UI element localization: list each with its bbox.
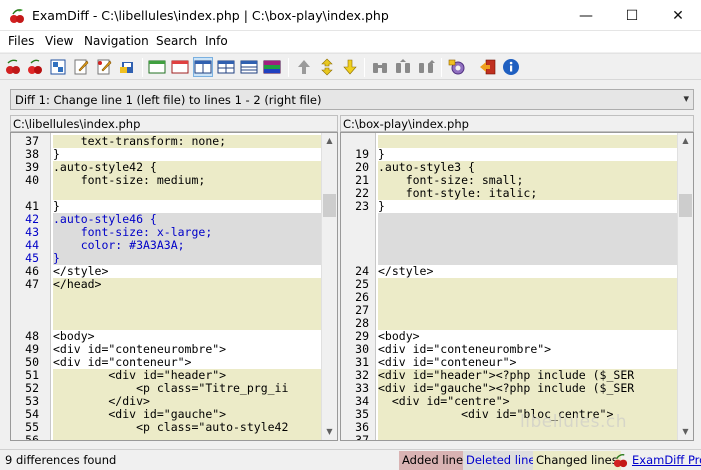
show-diff-lines-icon[interactable] — [171, 58, 189, 76]
code-line — [378, 239, 677, 252]
line-number: 47 — [25, 277, 39, 291]
code-line — [378, 226, 677, 239]
menu-info[interactable]: Info — [205, 34, 228, 48]
line-number — [11, 291, 39, 304]
code-line: </style> — [378, 265, 677, 278]
next-diff-icon[interactable] — [341, 58, 359, 76]
line-number — [11, 304, 39, 317]
legend-changed-lines: Changed lines — [533, 451, 621, 470]
code-line — [53, 291, 321, 304]
chevron-down-icon[interactable]: ▾ — [683, 92, 689, 105]
recompare-icon[interactable] — [49, 58, 67, 76]
code-line: color: #3A3A3A; — [53, 239, 321, 252]
toolbar — [0, 53, 701, 80]
scroll-up-icon[interactable]: ▲ — [678, 133, 693, 149]
layout-rows-icon[interactable] — [240, 58, 258, 76]
status-bar: 9 differences found Added lines Deleted … — [0, 449, 701, 470]
menu-search[interactable]: Search — [156, 34, 197, 48]
diff-selector[interactable]: Diff 1: Change line 1 (left file) to lin… — [10, 89, 694, 110]
show-all-lines-icon[interactable] — [148, 58, 166, 76]
layout-colored-icon[interactable] — [263, 58, 281, 76]
left-code-area[interactable]: text-transform: none; 37} 38 .auto-style42 … — [11, 135, 321, 441]
line-number — [341, 239, 369, 252]
right-file-path: C:\box-play\index.php — [340, 115, 694, 132]
diff-count: 9 differences found — [5, 453, 117, 467]
code-line — [53, 434, 321, 440]
left-vertical-scrollbar[interactable]: ▲ ▼ — [321, 133, 337, 440]
toolbar-separator — [288, 58, 289, 77]
code-line — [378, 317, 677, 330]
diff-selector-value: Diff 1: Change line 1 (left file) to lin… — [15, 93, 322, 107]
edit-left-icon[interactable] — [72, 58, 90, 76]
code-line: } — [378, 200, 677, 213]
code-line: </head> — [53, 278, 321, 291]
cherry-icon[interactable] — [26, 58, 44, 76]
legend-added-lines: Added lines — [399, 451, 473, 470]
edit-right-icon[interactable] — [95, 58, 113, 76]
menu-files[interactable]: Files — [8, 34, 34, 48]
cherry-app-icon — [10, 9, 24, 23]
line-number: 40 — [25, 173, 39, 187]
code-line: text-transform: none; — [53, 135, 321, 148]
right-scroll-thumb[interactable] — [679, 194, 692, 217]
toolbar-separator — [142, 58, 143, 77]
line-number: 23 — [355, 199, 369, 213]
code-line: font-size: medium; — [53, 174, 321, 187]
right-vertical-scrollbar[interactable]: ▲ ▼ — [677, 133, 693, 440]
side-by-side-icon[interactable] — [193, 57, 213, 77]
menu-view[interactable]: View — [45, 34, 73, 48]
toolbar-separator — [441, 58, 442, 77]
code-line — [378, 278, 677, 291]
code-line — [378, 304, 677, 317]
code-line: font-style: italic; — [378, 187, 677, 200]
exit-icon[interactable] — [479, 58, 497, 76]
scroll-down-icon[interactable]: ▼ — [322, 424, 337, 440]
cherry-icon — [613, 454, 628, 468]
code-line — [53, 187, 321, 200]
find-prev-icon[interactable] — [394, 58, 412, 76]
left-scroll-thumb[interactable] — [323, 194, 336, 217]
toolbar-separator — [364, 58, 365, 77]
code-line — [378, 213, 677, 226]
window-title: ExamDiff - C:\libellules\index.php | C:\… — [32, 8, 389, 23]
find-next-icon[interactable] — [417, 58, 435, 76]
left-file-path: C:\libellules\index.php — [10, 115, 338, 132]
maximize-button[interactable]: ☐ — [609, 0, 655, 31]
code-line: <p class="auto-style42 — [53, 421, 321, 434]
right-pane[interactable]: } 19 .auto-style3 {20 font-size: small; 21 … — [340, 132, 694, 441]
scroll-down-icon[interactable]: ▼ — [678, 424, 693, 440]
binoculars-icon[interactable] — [371, 58, 389, 76]
code-line — [53, 304, 321, 317]
menu-navigation[interactable]: Navigation — [84, 34, 149, 48]
line-number — [341, 226, 369, 239]
line-number: 56 — [25, 433, 39, 441]
left-pane[interactable]: text-transform: none; 37} 38 .auto-style42 … — [10, 132, 338, 441]
close-button[interactable]: ✕ — [655, 0, 701, 31]
line-number — [341, 213, 369, 226]
first-diff-icon[interactable] — [295, 58, 313, 76]
minimize-button[interactable]: — — [563, 0, 609, 31]
open-files-icon[interactable] — [4, 58, 22, 76]
info-icon[interactable] — [502, 58, 520, 76]
layout-grid-icon[interactable] — [217, 58, 235, 76]
code-line — [378, 291, 677, 304]
scroll-up-icon[interactable]: ▲ — [322, 133, 337, 149]
code-line — [378, 135, 677, 148]
options-icon[interactable] — [448, 58, 466, 76]
line-number: 37 — [355, 433, 369, 441]
current-diff-icon[interactable] — [318, 58, 336, 76]
title-bar: ExamDiff - C:\libellules\index.php | C:\… — [0, 0, 701, 31]
code-line — [378, 434, 677, 440]
menu-bar: Files View Navigation Search Info — [0, 31, 701, 52]
watermark: libellules.ch — [520, 412, 627, 432]
examdiff-pro-link[interactable]: ExamDiff Pro — [629, 451, 701, 470]
right-code-area[interactable]: } 19 .auto-style3 {20 font-size: small; 21 … — [341, 135, 677, 441]
save-icon[interactable] — [118, 58, 136, 76]
